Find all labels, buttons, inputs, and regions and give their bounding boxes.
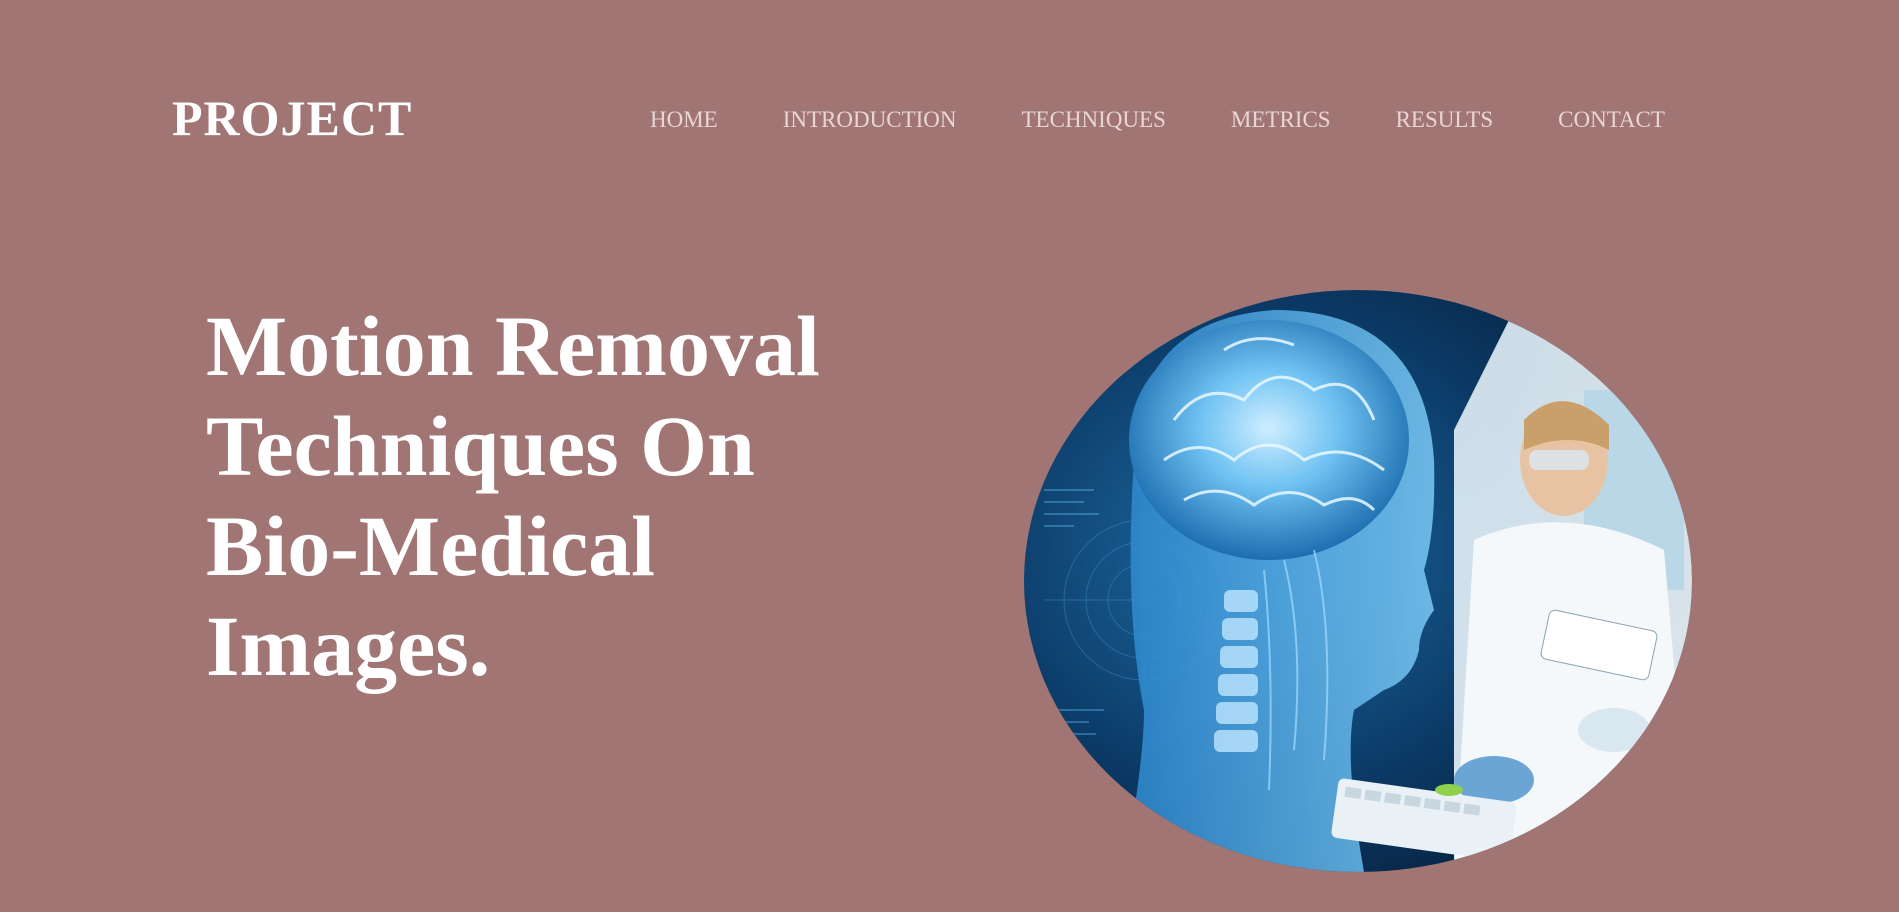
nav-item-home: HOME bbox=[650, 104, 783, 136]
site-logo[interactable]: PROJECT bbox=[172, 88, 412, 148]
nav-item-introduction: INTRODUCTION bbox=[783, 104, 1022, 136]
nav-item-results: RESULTS bbox=[1396, 104, 1559, 136]
nav-item-techniques: TECHNIQUES bbox=[1022, 104, 1231, 136]
hero-image bbox=[1024, 290, 1692, 872]
nav-link-home[interactable]: HOME bbox=[650, 104, 718, 136]
nav-link-contact[interactable]: CONTACT bbox=[1558, 104, 1665, 136]
nav-link-techniques[interactable]: TECHNIQUES bbox=[1022, 104, 1166, 136]
lab-scene bbox=[1454, 290, 1692, 872]
main-nav: HOME INTRODUCTION TECHNIQUES METRICS RES… bbox=[650, 104, 1665, 136]
nav-link-results[interactable]: RESULTS bbox=[1396, 104, 1494, 136]
nav-item-contact: CONTACT bbox=[1558, 104, 1665, 136]
hero-title: Motion Removal Techniques On Bio-Medical… bbox=[206, 298, 820, 694]
nav-item-metrics: METRICS bbox=[1231, 104, 1396, 136]
nav-link-introduction[interactable]: INTRODUCTION bbox=[783, 104, 957, 136]
brain-scan-lab-image bbox=[1024, 290, 1692, 872]
nav-link-metrics[interactable]: METRICS bbox=[1231, 104, 1331, 136]
